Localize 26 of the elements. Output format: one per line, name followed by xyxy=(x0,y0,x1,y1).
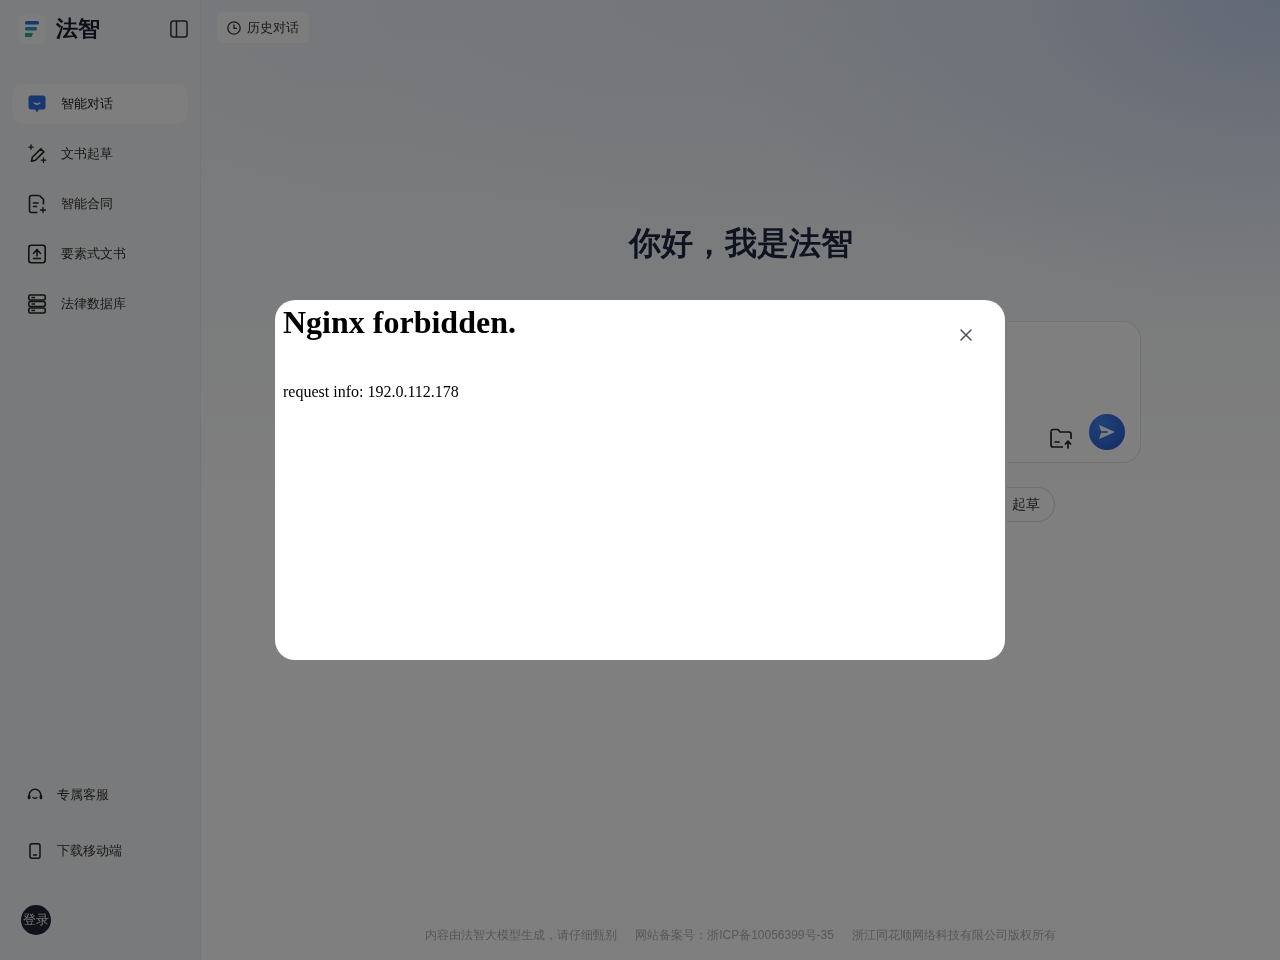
sidebar-nav-item[interactable]: 要素式文书 xyxy=(12,234,188,274)
login-button[interactable]: 登录 xyxy=(21,905,51,935)
paper-plane-icon xyxy=(1097,424,1116,440)
greeting-heading: 你好，我是法智 xyxy=(628,224,853,263)
sidebar-menu-item[interactable]: 下载移动端 xyxy=(12,831,188,871)
suggestion-chip[interactable]: 起草 xyxy=(1006,487,1055,522)
sidebar-menu-item[interactable]: 专属客服 xyxy=(12,775,188,815)
chat-input-box[interactable] xyxy=(1007,321,1141,463)
sidebar-nav-item[interactable]: 智能合同 xyxy=(12,184,188,224)
phone-icon xyxy=(27,843,43,859)
pen-sparkle-icon xyxy=(27,144,47,164)
clock-icon xyxy=(227,20,241,35)
request-info-text: request info: 192.0.112.178 xyxy=(283,383,459,401)
sidebar-toggle-icon[interactable] xyxy=(170,20,188,38)
chat-bubble-icon xyxy=(27,94,47,114)
sidebar-nav-item[interactable]: 法律数据库 xyxy=(12,284,188,324)
document-sparkle-icon xyxy=(27,194,47,214)
database-icon xyxy=(27,294,47,314)
send-button[interactable] xyxy=(1088,414,1125,450)
app-name: 法智 xyxy=(56,15,100,43)
sidebar-nav-item[interactable]: 文书起草 xyxy=(12,134,188,174)
folder-upload-icon[interactable] xyxy=(1048,426,1073,450)
error-title: Nginx forbidden. xyxy=(283,304,516,341)
close-icon xyxy=(960,329,972,341)
sidebar-nav-item[interactable]: 智能对话 xyxy=(12,84,188,124)
history-button[interactable]: 历史对话 xyxy=(217,12,309,43)
